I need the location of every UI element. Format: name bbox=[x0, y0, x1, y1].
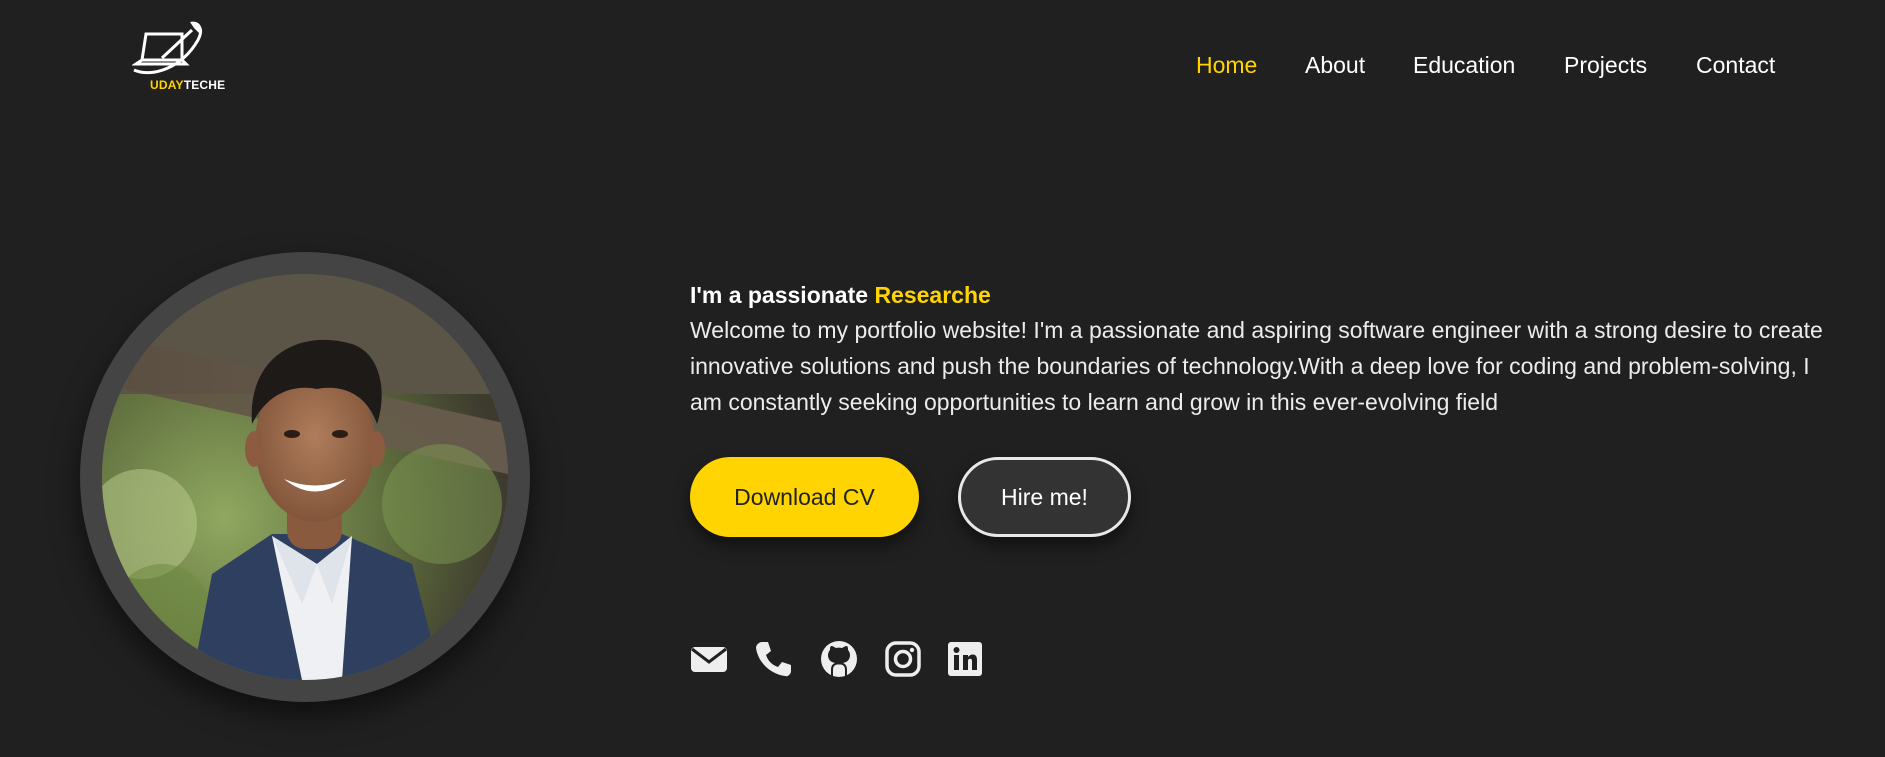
nav-education-link[interactable]: Education bbox=[1413, 50, 1515, 80]
main-nav: Home About Education Projects Contact bbox=[0, 50, 1885, 80]
headline-typed-word: Researche bbox=[874, 282, 991, 308]
intro-section: I'm a passionate Researche Welcome to my… bbox=[690, 278, 1830, 420]
linkedin-icon[interactable] bbox=[946, 640, 984, 678]
profile-photo bbox=[102, 274, 508, 680]
logo-word-uday: UDAY bbox=[150, 78, 184, 92]
nav-contact-link[interactable]: Contact bbox=[1696, 50, 1775, 80]
profile-photo-frame bbox=[80, 252, 530, 702]
phone-icon[interactable] bbox=[754, 640, 792, 678]
nav-projects-link[interactable]: Projects bbox=[1564, 50, 1647, 80]
logo-text: UDAYTECHE bbox=[150, 78, 225, 92]
logo-word-teche: TECHE bbox=[183, 78, 226, 92]
github-icon[interactable] bbox=[820, 640, 858, 678]
email-icon[interactable] bbox=[690, 640, 728, 678]
instagram-icon[interactable] bbox=[884, 640, 922, 678]
hire-me-button[interactable]: Hire me! bbox=[958, 457, 1131, 537]
headline-prefix: I'm a passionate bbox=[690, 282, 875, 308]
download-cv-button[interactable]: Download CV bbox=[690, 457, 919, 537]
nav-about-link[interactable]: About bbox=[1305, 50, 1365, 80]
intro-description: Welcome to my portfolio website! I'm a p… bbox=[690, 317, 1823, 415]
portfolio-page: UDAYTECHE Home About Education Projects … bbox=[0, 0, 1885, 757]
nav-home-link[interactable]: Home bbox=[1196, 50, 1257, 80]
intro-headline: I'm a passionate Researche bbox=[690, 278, 1830, 312]
